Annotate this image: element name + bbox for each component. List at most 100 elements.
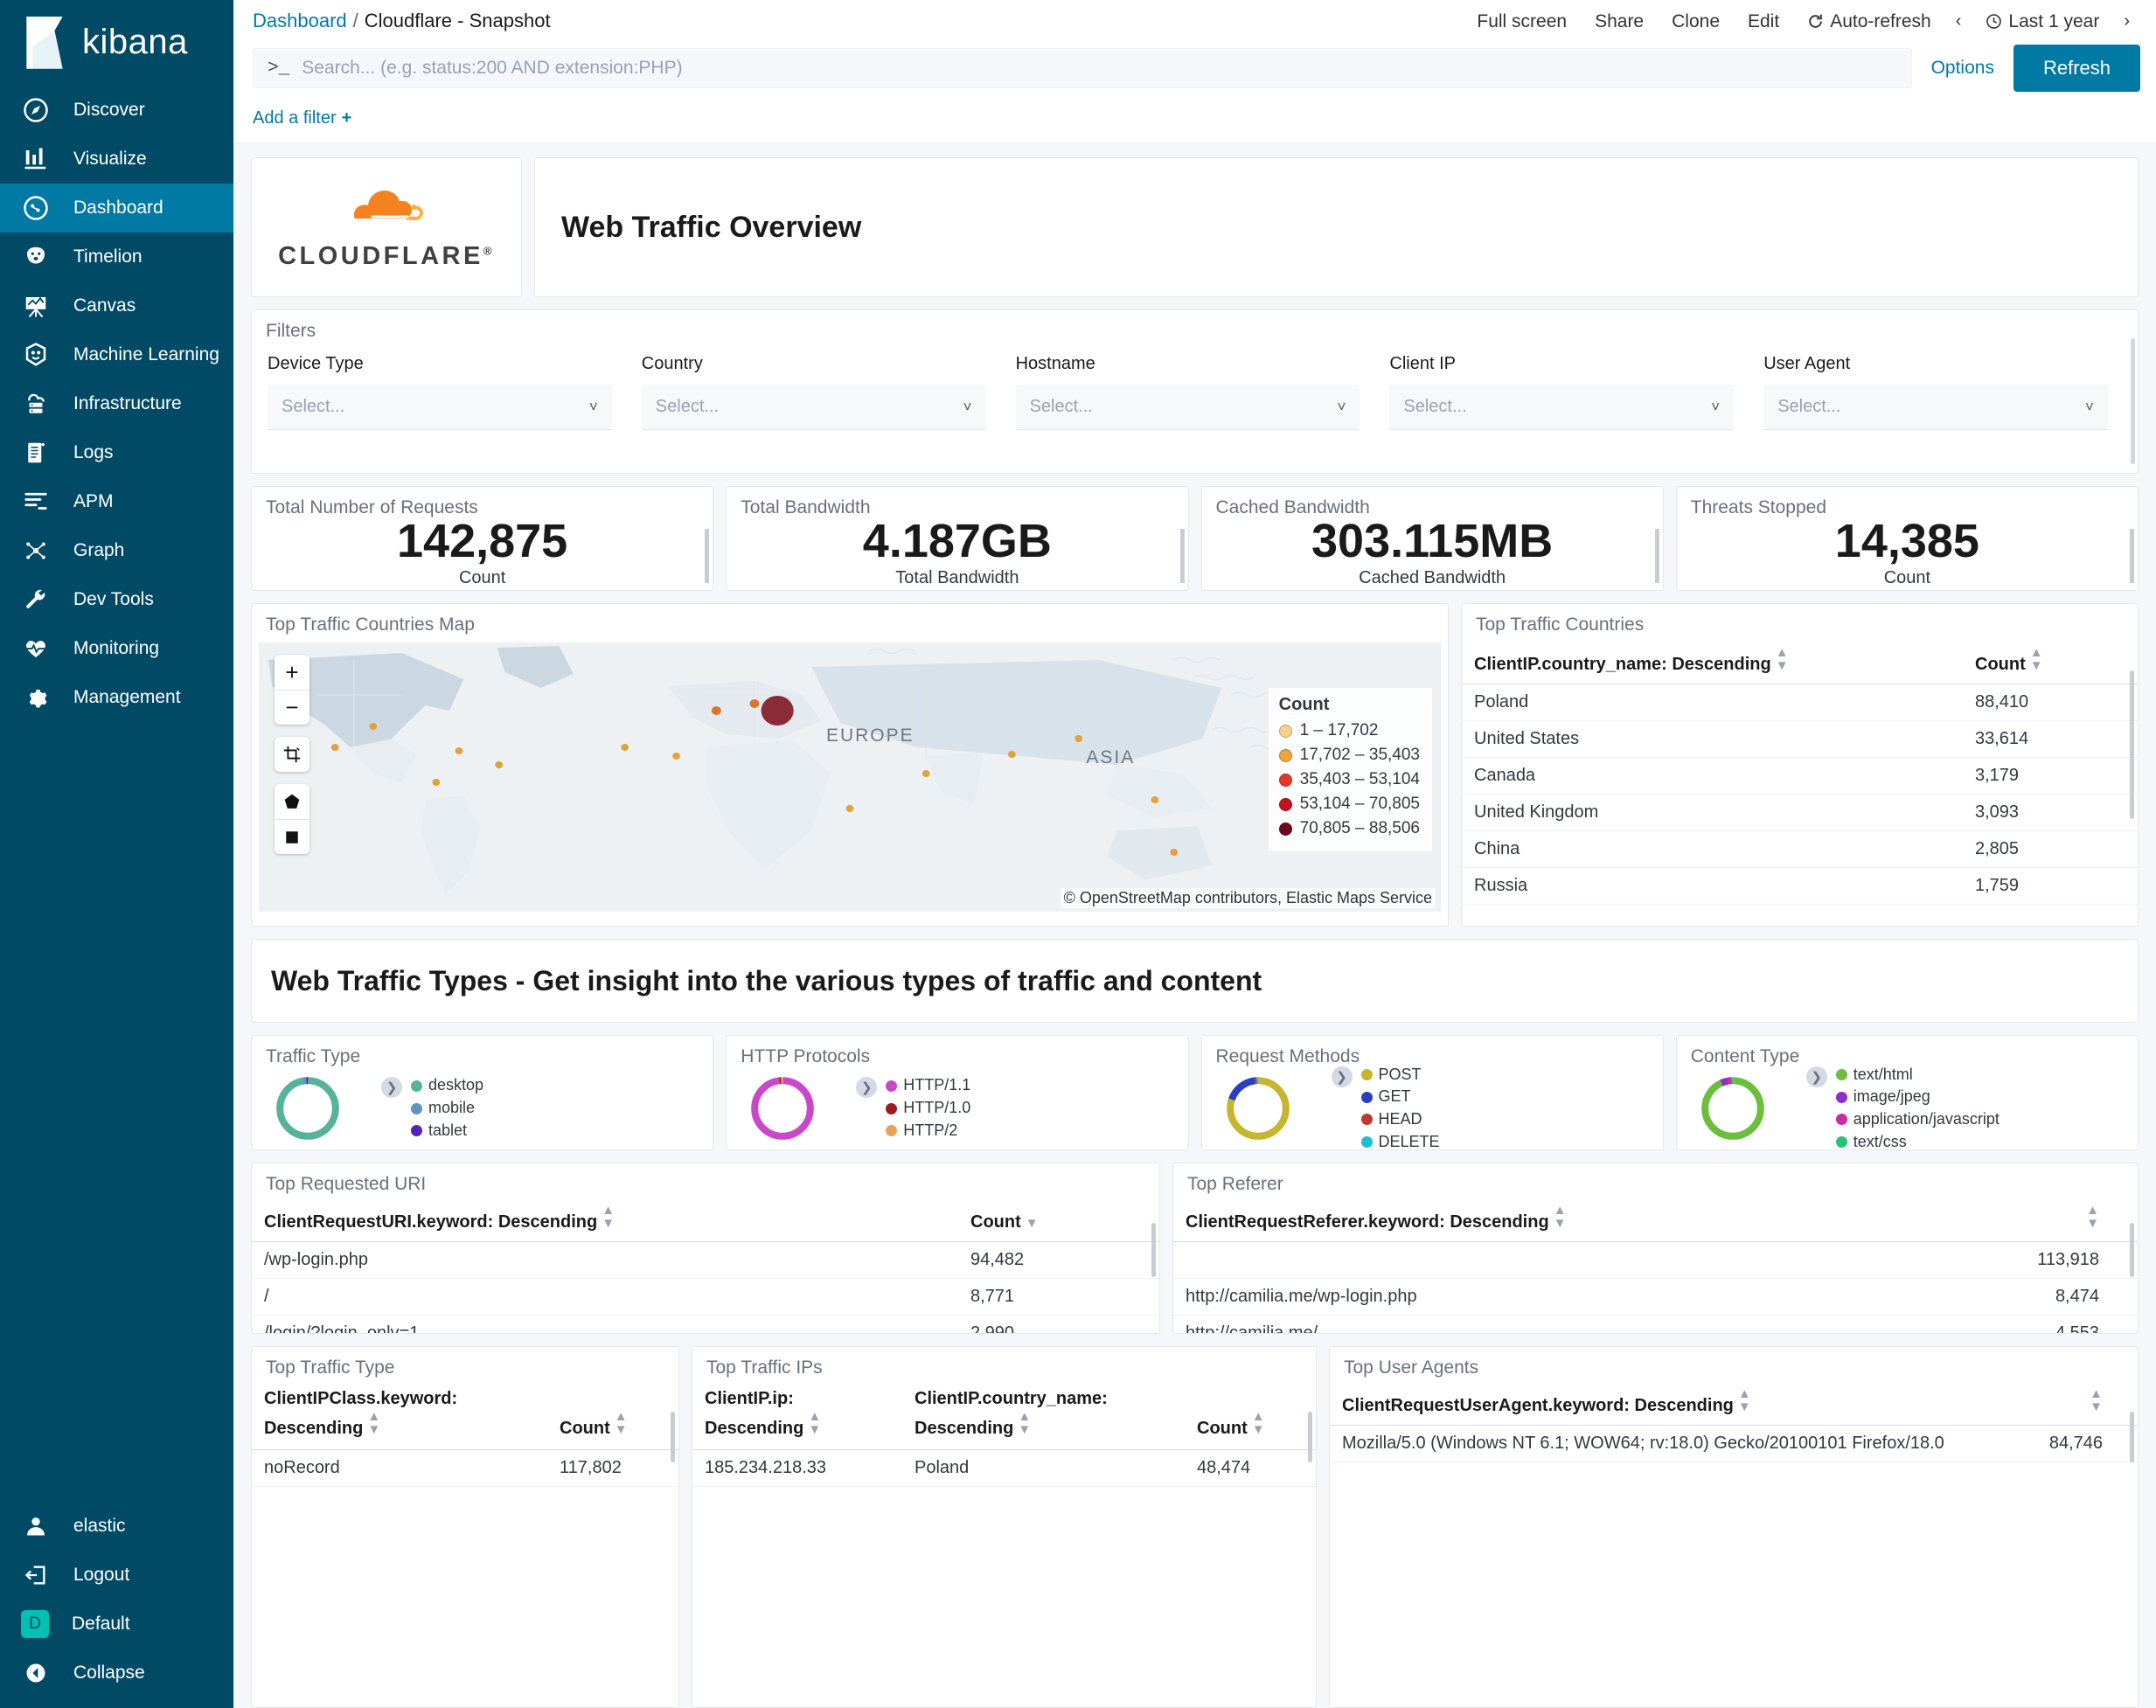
sidebar-item-logs[interactable]: Logs xyxy=(0,428,233,477)
user-agents-table-scrollbar[interactable] xyxy=(2130,1412,2134,1462)
traffic-type-donut-chart[interactable] xyxy=(271,1072,344,1145)
fit-to-data-icon[interactable] xyxy=(275,737,309,772)
refresh-button[interactable]: Refresh xyxy=(2013,45,2140,92)
traffic-ips-table-scrollbar[interactable] xyxy=(1308,1412,1312,1462)
legend-toggle-icon[interactable]: ❯ xyxy=(381,1077,402,1099)
metric-scrollbar[interactable] xyxy=(705,529,710,583)
sort-icon[interactable]: ▲ ▼ xyxy=(602,1204,615,1230)
search-field-wrap[interactable]: >_ xyxy=(253,48,1912,88)
sort-icon[interactable]: ▲ ▼ xyxy=(615,1410,628,1436)
column-header-referer[interactable]: ClientRequestReferer.keyword: Descending… xyxy=(1173,1198,1980,1242)
breadcrumb-dashboard-link[interactable]: Dashboard xyxy=(253,10,347,31)
metric-scrollbar[interactable] xyxy=(1654,529,1659,583)
map-canvas[interactable]: EUROPE ASIA + − Count 1 – 17,702 17,702 … xyxy=(259,642,1441,912)
legend-toggle-icon[interactable]: ❯ xyxy=(1331,1066,1353,1087)
table-row[interactable]: United States 33,614 xyxy=(1462,720,2138,758)
device-type-select[interactable]: Select... ˅ xyxy=(268,385,612,430)
metric-scrollbar[interactable] xyxy=(1179,529,1185,583)
uri-table-scrollbar[interactable] xyxy=(1151,1223,1156,1277)
legend-item[interactable]: POST xyxy=(1360,1065,1440,1086)
sort-icon[interactable]: ▲ ▼ xyxy=(2090,1387,2103,1413)
column-header-count[interactable]: Count ▼ xyxy=(958,1198,1159,1242)
legend-item[interactable]: HTTP/1.1 xyxy=(886,1075,970,1096)
sidebar-item-dev-tools[interactable]: Dev Tools xyxy=(0,575,233,624)
add-filter-button[interactable]: Add a filter + xyxy=(253,108,351,128)
legend-item[interactable]: HTTP/1.0 xyxy=(886,1098,970,1119)
sidebar-item-infrastructure[interactable]: Infrastructure xyxy=(0,379,233,428)
legend-item[interactable]: image/jpeg xyxy=(1835,1087,2000,1107)
content-type-donut-chart[interactable] xyxy=(1696,1072,1770,1145)
sidebar-item-user[interactable]: elastic xyxy=(0,1502,233,1551)
country-select[interactable]: Select... ˅ xyxy=(641,385,986,430)
legend-item[interactable]: DELETE xyxy=(1360,1132,1440,1153)
table-row[interactable]: /8,771 xyxy=(252,1278,1159,1316)
table-row[interactable]: Poland 88,410 xyxy=(1462,684,2138,721)
table-row[interactable]: Mozilla/5.0 (Windows NT 6.1; WOW64; rv:1… xyxy=(1330,1425,2138,1462)
full-screen-button[interactable]: Full screen xyxy=(1463,12,1581,31)
countries-table-scrollbar[interactable] xyxy=(2130,670,2134,819)
sort-icon[interactable]: ▲ ▼ xyxy=(808,1410,821,1436)
table-row[interactable]: /wp-login.php 94,482 xyxy=(252,1241,1159,1279)
column-header-country[interactable]: ClientIP.country_name: Descending▲ ▼ xyxy=(902,1382,1185,1450)
table-row[interactable]: Canada 3,179 xyxy=(1462,757,2138,795)
column-header-count[interactable]: ▲ ▼ xyxy=(1972,1382,2138,1426)
column-header-useragent[interactable]: ClientRequestUserAgent.keyword: Descendi… xyxy=(1330,1382,1972,1426)
column-header-country[interactable]: ClientIP.country_name: Descending▲ ▼ xyxy=(1462,641,1963,684)
auto-refresh-button[interactable]: Auto-refresh xyxy=(1793,12,1945,31)
request-methods-donut-chart[interactable] xyxy=(1221,1072,1295,1145)
legend-item[interactable]: desktop xyxy=(411,1075,483,1096)
time-picker-button[interactable]: Last 1 year xyxy=(1972,12,2113,31)
table-row[interactable]: http://camilia.me/4,553 xyxy=(1173,1315,2138,1333)
time-prev-button[interactable]: ‹ xyxy=(1945,11,1972,31)
sidebar-item-logout[interactable]: Logout xyxy=(0,1551,233,1600)
column-header-count[interactable]: ▲ ▼ xyxy=(1980,1198,2138,1242)
share-button[interactable]: Share xyxy=(1581,12,1658,31)
client-ip-select[interactable]: Select... ˅ xyxy=(1389,385,1735,430)
legend-item[interactable]: text/html xyxy=(1835,1065,2000,1086)
options-button[interactable]: Options xyxy=(1912,58,2013,79)
sidebar-item-management[interactable]: Management xyxy=(0,673,233,722)
legend-item[interactable]: mobile xyxy=(411,1098,483,1119)
legend-toggle-icon[interactable]: ❯ xyxy=(1805,1066,1827,1087)
sort-icon[interactable]: ▲ ▼ xyxy=(367,1410,380,1436)
traffic-type-table-scrollbar[interactable] xyxy=(671,1412,675,1462)
sort-icon[interactable]: ▲ ▼ xyxy=(1776,646,1789,672)
zoom-out-button[interactable]: − xyxy=(275,690,309,725)
legend-item[interactable]: HEAD xyxy=(1360,1109,1440,1130)
sort-icon[interactable]: ▲ ▼ xyxy=(1554,1204,1567,1230)
clone-button[interactable]: Clone xyxy=(1658,12,1734,31)
sort-desc-icon[interactable]: ▼ xyxy=(1026,1217,1039,1230)
legend-item[interactable]: tablet xyxy=(411,1121,483,1142)
legend-item[interactable]: GET xyxy=(1360,1087,1440,1107)
search-input[interactable] xyxy=(302,58,1897,79)
table-row[interactable]: http://camilia.me/wp-login.php 8,474 xyxy=(1173,1278,2138,1316)
draw-rectangle-icon[interactable] xyxy=(275,819,309,854)
legend-toggle-icon[interactable]: ❯ xyxy=(856,1077,878,1099)
sidebar-item-discover[interactable]: Discover xyxy=(0,86,233,135)
hostname-select[interactable]: Select... ˅ xyxy=(1015,385,1360,430)
sidebar-item-dashboard[interactable]: Dashboard xyxy=(0,184,233,233)
column-header-count[interactable]: Count▲ ▼ xyxy=(1185,1382,1316,1450)
metric-scrollbar[interactable] xyxy=(2130,529,2134,583)
kibana-brand[interactable]: kibana xyxy=(0,0,233,86)
sidebar-item-apm[interactable]: APM xyxy=(0,477,233,526)
http-protocols-donut-chart[interactable] xyxy=(746,1072,819,1145)
column-header-uri[interactable]: ClientRequestURI.keyword: Descending▲ ▼ xyxy=(252,1198,958,1242)
sidebar-item-space[interactable]: D Default xyxy=(0,1600,233,1649)
column-header-ip[interactable]: ClientIP.ip: Descending▲ ▼ xyxy=(692,1382,902,1450)
draw-polygon-icon[interactable] xyxy=(275,784,309,819)
table-row[interactable]: noRecord 117,802 xyxy=(252,1449,678,1487)
legend-item[interactable]: application/javascript xyxy=(1835,1109,2000,1130)
sidebar-item-graph[interactable]: Graph xyxy=(0,526,233,575)
table-row[interactable]: /login/?login_only=1 2,990 xyxy=(252,1315,1159,1333)
time-next-button[interactable]: › xyxy=(2113,11,2140,31)
legend-item[interactable]: text/css xyxy=(1835,1132,2000,1153)
sidebar-item-machine-learning[interactable]: Machine Learning xyxy=(0,330,233,379)
table-row[interactable]: China 2,805 xyxy=(1462,830,2138,868)
edit-button[interactable]: Edit xyxy=(1734,12,1793,31)
table-row[interactable]: Russia 1,759 xyxy=(1462,867,2138,905)
column-header-ipclass[interactable]: ClientIPClass.keyword: Descending▲ ▼ xyxy=(252,1382,547,1450)
filters-panel-scrollbar[interactable] xyxy=(2131,338,2135,464)
sidebar-item-visualize[interactable]: Visualize xyxy=(0,135,233,184)
column-header-count[interactable]: Count▲ ▼ xyxy=(1963,641,2138,684)
